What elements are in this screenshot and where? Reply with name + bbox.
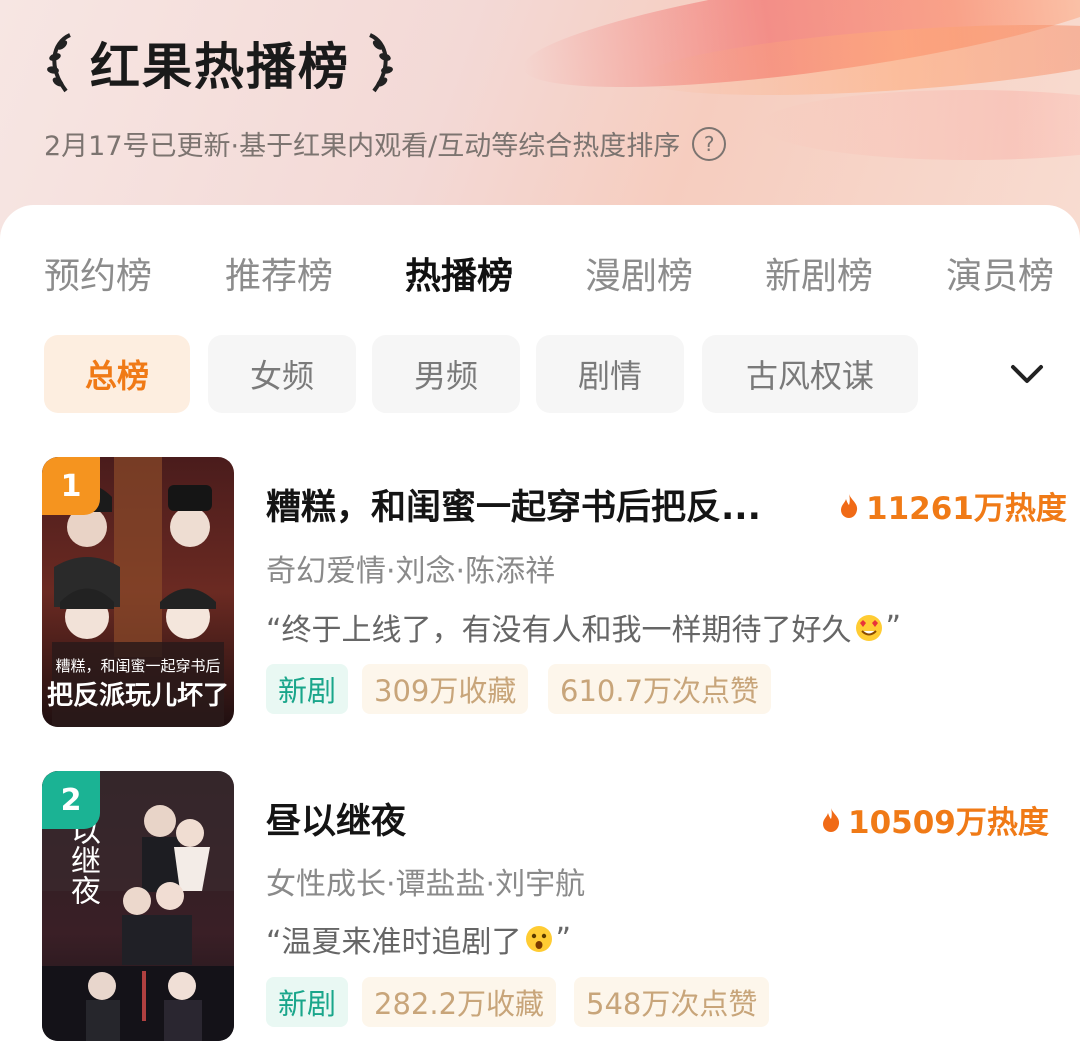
show-quote: “温夏来准时追剧了 ” <box>266 917 571 961</box>
rank-badge: 1 <box>42 457 100 515</box>
heat-score: 10509万热度 <box>820 797 1049 842</box>
update-subtitle: 2月17号已更新·基于红果内观看/互动等综合热度排序 ? <box>44 124 727 163</box>
quote-text: “终于上线了，有没有人和我一样期待了好久 <box>266 613 852 648</box>
favorites-tag: 282.2万收藏 <box>362 977 557 1027</box>
subtitle-text: 2月17号已更新·基于红果内观看/互动等综合热度排序 <box>44 131 681 162</box>
heart-eyes-emoji-icon <box>855 615 882 641</box>
flame-icon <box>823 807 840 832</box>
chevron-down-icon[interactable] <box>1005 355 1049 395</box>
heat-score: 11261万热度 <box>838 483 1067 528</box>
tab-new[interactable]: 新剧榜 <box>765 247 873 299</box>
list-item[interactable]: 以继夜 2 昼以继夜 10509万热度 女性成长·谭盐盐·刘宇航 “温夏来准时追… <box>0 771 1080 1046</box>
quote-close: ” <box>885 609 902 645</box>
poster-title: 把反派玩儿坏了 <box>46 681 229 711</box>
new-tag: 新剧 <box>266 977 349 1027</box>
show-title[interactable]: 昼以继夜 <box>266 793 406 844</box>
filter-ancient[interactable]: 古风权谋 <box>702 335 918 413</box>
tab-recommend[interactable]: 推荐榜 <box>225 247 333 299</box>
filter-fade <box>920 329 990 419</box>
quote-text: “温夏来准时追剧了 <box>266 925 522 960</box>
show-meta: 女性成长·谭盐盐·刘宇航 <box>266 867 586 902</box>
heat-value: 10509万热度 <box>848 805 1049 841</box>
decor-ribbon <box>760 90 1080 160</box>
poster-image[interactable]: 糟糕，和闺蜜一起穿书后 把反派玩儿坏了 1 <box>42 457 234 727</box>
filter-drama[interactable]: 剧情 <box>536 335 684 413</box>
new-tag: 新剧 <box>266 664 349 714</box>
laurel-right-icon <box>369 33 393 93</box>
page-title: 红果热播榜 <box>90 38 350 96</box>
rank-badge: 2 <box>42 771 100 829</box>
show-meta: 奇幻爱情·刘念·陈添祥 <box>266 554 556 589</box>
quote-close: ” <box>555 921 572 957</box>
filter-all[interactable]: 总榜 <box>44 335 190 413</box>
surprised-emoji-icon <box>525 926 552 952</box>
list-item[interactable]: 糟糕，和闺蜜一起穿书后 把反派玩儿坏了 1 糟糕，和闺蜜一起穿书后把反... 1… <box>0 457 1080 732</box>
heat-value: 11261万热度 <box>866 491 1067 527</box>
ranking-tabs: 预约榜 推荐榜 热播榜 漫剧榜 新剧榜 演员榜 <box>0 205 1080 335</box>
tab-comic[interactable]: 漫剧榜 <box>585 247 693 299</box>
filter-female[interactable]: 女频 <box>208 335 356 413</box>
flame-icon <box>841 493 858 518</box>
likes-tag: 548万次点赞 <box>574 977 770 1027</box>
poster-image[interactable]: 以继夜 2 <box>42 771 234 1041</box>
likes-tag: 610.7万次点赞 <box>548 664 772 714</box>
favorites-tag: 309万收藏 <box>362 664 529 714</box>
filter-male[interactable]: 男频 <box>372 335 520 413</box>
question-circle-icon[interactable]: ? <box>692 126 727 161</box>
tab-reservation[interactable]: 预约榜 <box>44 247 152 299</box>
poster-subtitle: 糟糕，和闺蜜一起穿书后 <box>55 657 221 675</box>
show-quote: “终于上线了，有没有人和我一样期待了好久 ” <box>266 605 901 649</box>
title-row: 红果热播榜 <box>40 28 400 98</box>
tab-hot[interactable]: 热播榜 <box>405 247 513 299</box>
tab-actor[interactable]: 演员榜 <box>946 247 1054 299</box>
show-title[interactable]: 糟糕，和闺蜜一起穿书后把反... <box>266 479 761 530</box>
laurel-left-icon <box>47 33 71 93</box>
